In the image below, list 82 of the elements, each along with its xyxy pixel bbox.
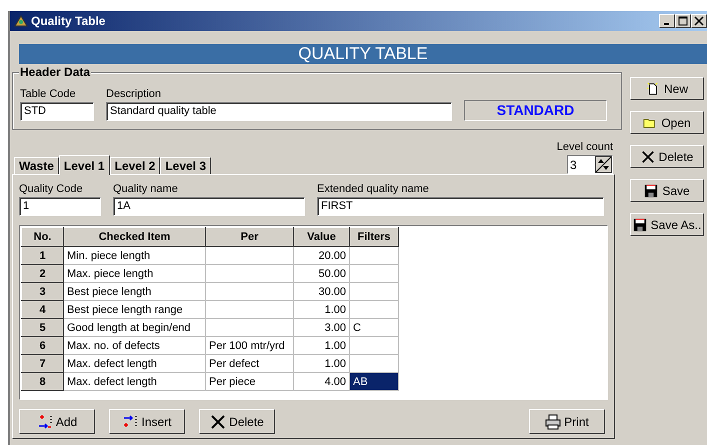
window-title: Quality Table xyxy=(31,14,106,28)
field-label: Level count xyxy=(556,141,613,155)
row-number: 6 xyxy=(22,336,64,354)
field-label: Quality Code xyxy=(19,183,84,197)
column-header[interactable]: Checked Item xyxy=(64,228,206,246)
maximize-icon[interactable] xyxy=(678,16,688,26)
column-header[interactable]: No. xyxy=(22,228,64,246)
table-cell[interactable]: 1.00 xyxy=(294,354,350,372)
table-cell[interactable] xyxy=(350,300,398,318)
field-label: Quality name xyxy=(113,183,179,197)
table-cell[interactable]: Best piece length xyxy=(64,282,206,300)
new-document-icon xyxy=(646,82,660,96)
input-field[interactable]: FIRST xyxy=(317,197,604,216)
table-cell[interactable]: 50.00 xyxy=(294,264,350,282)
save-button[interactable]: Save As.. xyxy=(630,213,704,236)
cross-icon xyxy=(640,150,655,164)
add-row-icon xyxy=(36,414,53,430)
table-cell[interactable]: Min. piece length xyxy=(64,246,206,264)
table-cell[interactable]: Max. piece length xyxy=(64,264,206,282)
input-field[interactable]: 1A xyxy=(113,197,305,216)
row-number: 7 xyxy=(22,354,64,372)
group-title: Header Data xyxy=(19,65,92,79)
table-cell[interactable]: 1.00 xyxy=(294,336,350,354)
spin-button[interactable] xyxy=(595,156,612,173)
row-number: 4 xyxy=(22,300,64,318)
insert-button[interactable]: Insert xyxy=(109,409,185,434)
input-field[interactable]: STD xyxy=(20,102,94,121)
table-cell[interactable] xyxy=(350,282,398,300)
table-cell[interactable] xyxy=(350,264,398,282)
table-cell[interactable] xyxy=(350,336,398,354)
table-cell[interactable] xyxy=(350,246,398,264)
table-cell[interactable]: 20.00 xyxy=(294,246,350,264)
table-cell[interactable] xyxy=(206,246,294,264)
field-label: Description xyxy=(106,88,162,102)
spin-field[interactable]: 3 xyxy=(567,155,613,174)
input-field[interactable]: Standard quality table xyxy=(106,102,452,121)
column-header[interactable]: Value xyxy=(294,228,350,246)
tab[interactable]: Level 2 xyxy=(110,157,160,174)
table-cell[interactable]: C xyxy=(350,318,398,336)
close-icon[interactable] xyxy=(694,16,704,26)
table-cell[interactable]: Max. no. of defects xyxy=(64,336,206,354)
table-cell[interactable] xyxy=(206,300,294,318)
table-cell[interactable]: 1.00 xyxy=(294,300,350,318)
delete-button[interactable]: Delete xyxy=(199,409,275,434)
tab[interactable]: Level 3 xyxy=(160,157,212,174)
table-cell[interactable]: AB xyxy=(350,372,398,390)
open-button[interactable]: Open xyxy=(630,111,704,134)
input-field[interactable]: 1 xyxy=(19,197,101,216)
new-button[interactable]: New xyxy=(630,77,704,100)
table-cell[interactable]: 30.00 xyxy=(294,282,350,300)
banner-title: QUALITY TABLE xyxy=(19,44,707,64)
app-icon xyxy=(14,14,28,28)
table-cell[interactable]: Per piece xyxy=(206,372,294,390)
table-cell[interactable] xyxy=(206,282,294,300)
table-cell[interactable]: Best piece length range xyxy=(64,300,206,318)
row-number: 3 xyxy=(22,282,64,300)
delete-button[interactable]: Delete xyxy=(630,145,704,168)
tab[interactable]: Level 1 xyxy=(58,155,110,175)
table-cell[interactable] xyxy=(206,264,294,282)
column-header[interactable]: Filters xyxy=(350,228,398,246)
row-number: 1 xyxy=(22,246,64,264)
cross-icon xyxy=(210,414,226,430)
field-label: Extended quality name xyxy=(317,183,430,197)
print-button[interactable]: Print xyxy=(529,409,605,434)
row-number: 8 xyxy=(22,372,64,390)
field-label: Table Code xyxy=(20,88,77,102)
printer-icon xyxy=(545,414,562,430)
row-number: 5 xyxy=(22,318,64,336)
add-button[interactable]: Add xyxy=(19,409,95,434)
table-cell[interactable]: Per 100 mtr/yrd xyxy=(206,336,294,354)
table-cell[interactable]: Per defect xyxy=(206,354,294,372)
status-label: STANDARD xyxy=(464,100,607,121)
save-button[interactable]: Save xyxy=(630,179,704,202)
column-header[interactable]: Per xyxy=(206,228,294,246)
tab[interactable]: Waste xyxy=(14,157,59,174)
insert-row-icon xyxy=(122,414,138,430)
table-cell[interactable]: 3.00 xyxy=(294,318,350,336)
table-cell[interactable]: Max. defect length xyxy=(64,354,206,372)
table-cell[interactable]: Good length at begin/end xyxy=(64,318,206,336)
table-cell[interactable]: Max. defect length xyxy=(64,372,206,390)
table-cell[interactable] xyxy=(206,318,294,336)
row-number: 2 xyxy=(22,264,64,282)
